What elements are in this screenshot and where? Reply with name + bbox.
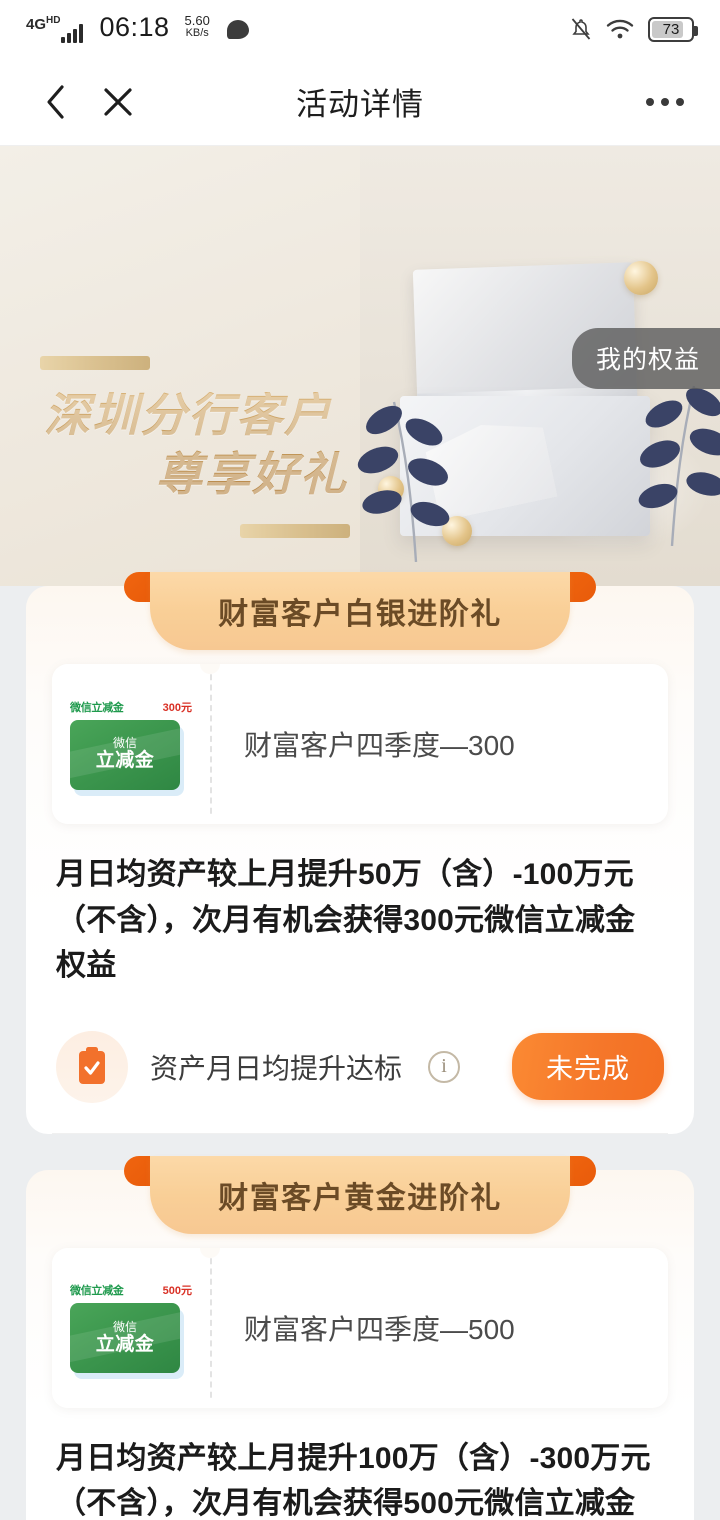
gold-bar-decoration	[40, 356, 150, 370]
battery-indicator: 73	[648, 16, 698, 42]
more-horizontal-icon	[646, 97, 654, 106]
hero-banner: 深圳分行客户 尊享好礼 我的权益	[0, 146, 720, 586]
status-bar: 4GHD 06:18 5.60 KB/s 73	[0, 0, 720, 58]
status-bar-left: 4GHD 06:18 5.60 KB/s	[26, 11, 249, 43]
chat-bubble-icon	[226, 19, 249, 39]
gift-card-list: 财富客户白银进阶礼 微信立减金 300元 微信 立减金 财富客户四季度—300 …	[0, 572, 720, 1520]
coupon-brand-label: 微信立减金	[70, 701, 124, 714]
gold-ball-decoration	[624, 261, 658, 295]
coupon-row[interactable]: 微信立减金 500元 微信 立减金 财富客户四季度—500	[52, 1247, 668, 1408]
network-speed: 5.60 KB/s	[185, 14, 210, 39]
card-ribbon: 财富客户白银进阶礼	[124, 572, 596, 650]
hero-title-line1: 深圳分行客户	[44, 389, 332, 441]
network-speed-value: 5.60	[184, 13, 210, 29]
coupon-brand-label: 微信立减金	[70, 1285, 124, 1298]
voucher-line1: 微信	[112, 735, 137, 750]
gift-description: 月日均资产较上月提升100万（含）-300万元（不含），次月有机会获得500元微…	[56, 1441, 651, 1520]
ribbon-label: 财富客户黄金进阶礼	[150, 1155, 570, 1234]
leaf-sprig-left	[357, 401, 450, 562]
coupon-title: 财富客户四季度—300	[244, 730, 515, 761]
voucher-line1: 微信	[112, 1319, 137, 1334]
network-indicator: 4GHD	[26, 15, 84, 43]
wechat-voucher-icon: 微信 立减金	[70, 719, 180, 790]
more-options-button[interactable]	[646, 97, 684, 106]
info-circle-icon[interactable]: i	[428, 1050, 461, 1083]
close-button[interactable]	[92, 76, 144, 128]
close-icon	[104, 87, 132, 116]
hero-title: 深圳分行客户 尊享好礼	[44, 392, 348, 498]
coupon-amount-label: 500元	[162, 1285, 192, 1298]
coupon-thumbnail: 微信立减金 300元 微信 立减金	[52, 664, 210, 824]
coupon-row[interactable]: 微信立减金 300元 微信 立减金 财富客户四季度—300	[52, 664, 668, 824]
voucher-line2: 立减金	[95, 1333, 155, 1355]
coupon-thumbnail: 微信立减金 500元 微信 立减金	[52, 1247, 210, 1408]
chevron-left-icon	[47, 84, 64, 119]
navigation-bar: 活动详情	[0, 58, 720, 146]
back-button[interactable]	[30, 76, 82, 128]
card-ribbon: 财富客户黄金进阶礼	[124, 1155, 596, 1234]
clipboard-check-icon	[56, 1030, 128, 1103]
coupon-title: 财富客户四季度—500	[244, 1313, 515, 1345]
coupon-divider	[210, 664, 212, 824]
app-screen: 4GHD 06:18 5.60 KB/s 73 活动详情 深圳分行客户 尊享好礼…	[0, 0, 720, 1520]
status-time: 06:18	[99, 11, 170, 42]
task-status-button[interactable]: 未完成	[512, 1033, 664, 1101]
voucher-line2: 立减金	[95, 750, 155, 772]
hero-title-line2: 尊享好礼	[156, 447, 348, 500]
gold-bar-decoration	[240, 524, 350, 538]
wechat-voucher-icon: 微信 立减金	[70, 1303, 180, 1374]
coupon-amount-label: 300元	[162, 701, 192, 714]
task-row: 资产月日均提升达标 i 未完成	[52, 1030, 668, 1134]
coupon-divider	[210, 1247, 212, 1408]
bell-off-icon	[570, 17, 592, 41]
network-speed-unit: KB/s	[185, 26, 209, 39]
gift-card: 财富客户黄金进阶礼 微信立减金 500元 微信 立减金 财富客户四季度—500 …	[26, 1155, 694, 1520]
my-rights-button[interactable]: 我的权益	[571, 328, 720, 389]
signal-bars-icon	[61, 23, 84, 43]
status-bar-right: 73	[570, 16, 698, 42]
gift-description: 月日均资产较上月提升50万（含）-100万元（不含），次月有机会获得300元微信…	[56, 858, 636, 983]
battery-level-label: 73	[662, 20, 680, 38]
ribbon-label: 财富客户白银进阶礼	[150, 572, 570, 650]
network-type-label: 4GHD	[26, 14, 61, 33]
gift-card: 财富客户白银进阶礼 微信立减金 300元 微信 立减金 财富客户四季度—300 …	[26, 572, 694, 1134]
wifi-icon	[605, 17, 635, 41]
task-label: 资产月日均提升达标	[150, 1052, 403, 1084]
